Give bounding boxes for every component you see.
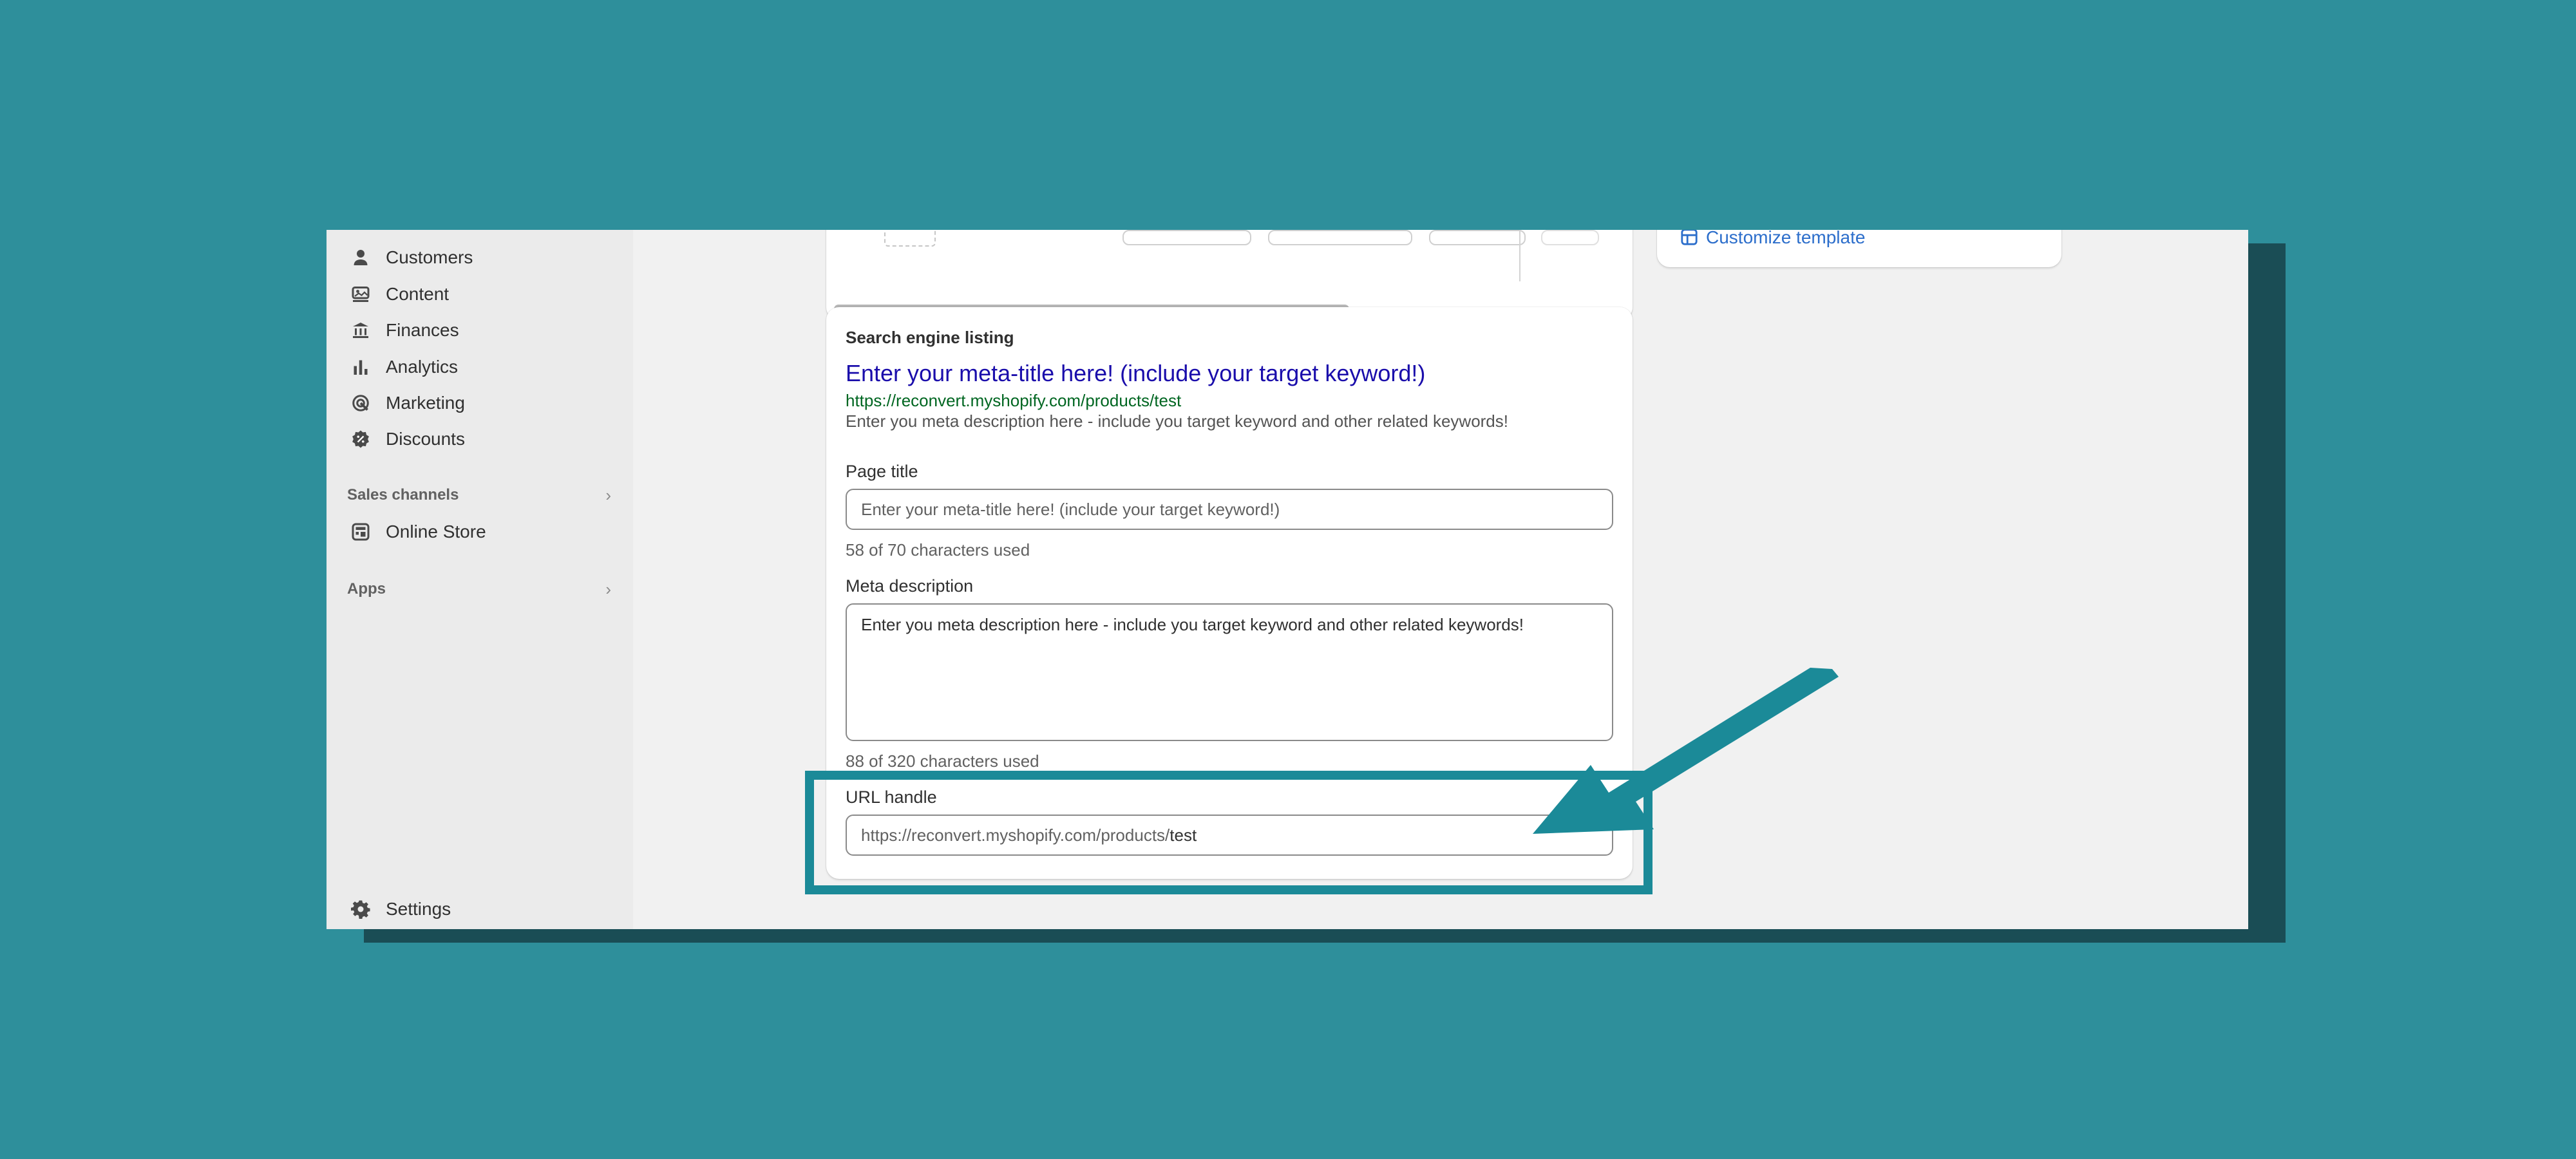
bank-icon bbox=[350, 319, 372, 341]
customize-template-label: Customize template bbox=[1706, 230, 1866, 247]
discount-icon bbox=[350, 428, 372, 450]
page-title-input[interactable]: Enter your meta-title here! (include you… bbox=[846, 489, 1613, 530]
person-icon bbox=[350, 247, 372, 269]
media-thumb-button[interactable] bbox=[1122, 230, 1251, 245]
sidebar-item-online-store[interactable]: Online Store bbox=[350, 516, 486, 548]
theme-template-card: Customize template bbox=[1657, 230, 2061, 267]
sidebar-item-settings[interactable]: Settings bbox=[350, 893, 451, 925]
sidebar-item-marketing[interactable]: Marketing bbox=[350, 387, 465, 419]
page-title-label: Page title bbox=[846, 462, 918, 481]
sidebar-item-label: Customers bbox=[386, 247, 473, 267]
meta-description-label: Meta description bbox=[846, 576, 974, 596]
store-icon bbox=[350, 521, 372, 543]
sales-channels-header[interactable]: Sales channels › bbox=[347, 482, 611, 508]
sidebar-item-customers[interactable]: Customers bbox=[350, 241, 473, 274]
template-icon bbox=[1680, 230, 1700, 247]
sales-channels-label: Sales channels bbox=[347, 486, 459, 504]
sidebar-item-label: Marketing bbox=[386, 393, 465, 413]
gear-icon bbox=[350, 898, 372, 920]
target-icon bbox=[350, 392, 372, 414]
divider bbox=[1519, 230, 1520, 281]
sidebar-item-label: Settings bbox=[386, 899, 451, 919]
media-placeholder bbox=[884, 230, 936, 247]
preview-meta-title: Enter your meta-title here! (include you… bbox=[846, 360, 1426, 386]
meta-description-value: Enter you meta description here - includ… bbox=[861, 615, 1524, 634]
sidebar-item-label: Online Store bbox=[386, 522, 486, 542]
media-thumb-button[interactable] bbox=[1541, 230, 1599, 245]
sidebar-item-label: Content bbox=[386, 284, 450, 304]
page-title-value: Enter your meta-title here! (include you… bbox=[861, 499, 1280, 519]
sidebar-item-content[interactable]: Content bbox=[350, 278, 449, 310]
chevron-right-icon: › bbox=[605, 485, 611, 505]
preview-url: https://reconvert.myshopify.com/products… bbox=[846, 391, 1182, 410]
chevron-right-icon: › bbox=[605, 579, 611, 599]
bar-chart-icon bbox=[350, 356, 372, 378]
preview-meta-description: Enter you meta description here - includ… bbox=[846, 411, 1508, 431]
sidebar-item-label: Analytics bbox=[386, 357, 459, 377]
media-thumb-button[interactable] bbox=[1268, 230, 1412, 245]
sidebar: Customers Content Finances Analytics Mar… bbox=[327, 230, 633, 929]
media-card bbox=[826, 230, 1633, 320]
page-title-char-count: 58 of 70 characters used bbox=[846, 540, 1030, 560]
customize-template-link[interactable]: Customize template bbox=[1680, 230, 1865, 248]
apps-header[interactable]: Apps › bbox=[347, 576, 611, 602]
sidebar-item-discounts[interactable]: Discounts bbox=[350, 423, 465, 455]
sidebar-item-analytics[interactable]: Analytics bbox=[350, 351, 458, 383]
card-title: Search engine listing bbox=[846, 328, 1014, 347]
meta-description-char-count: 88 of 320 characters used bbox=[846, 751, 1039, 771]
sidebar-item-label: Finances bbox=[386, 320, 459, 340]
sidebar-item-label: Discounts bbox=[386, 429, 465, 449]
meta-description-textarea[interactable]: Enter you meta description here - includ… bbox=[846, 603, 1613, 741]
sidebar-item-finances[interactable]: Finances bbox=[350, 314, 459, 346]
annotation-arrow-icon bbox=[1533, 668, 1839, 834]
apps-label: Apps bbox=[347, 580, 386, 598]
content-icon bbox=[350, 283, 372, 305]
media-thumb-button[interactable] bbox=[1429, 230, 1526, 245]
